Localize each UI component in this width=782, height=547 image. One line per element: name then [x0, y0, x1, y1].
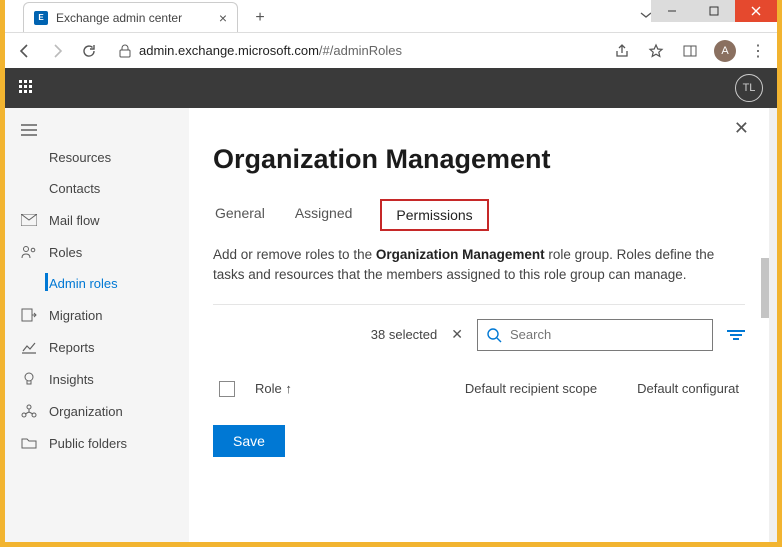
sidebar-item-mail-flow[interactable]: Mail flow	[5, 204, 189, 236]
app-launcher-icon[interactable]	[19, 80, 35, 96]
tab-strip: E Exchange admin center × +	[5, 0, 274, 32]
browser-tab[interactable]: E Exchange admin center ×	[23, 2, 238, 32]
sidebar-item-migration[interactable]: Migration	[5, 299, 189, 331]
tab-title: Exchange admin center	[56, 11, 182, 25]
tab-bar: General Assigned Permissions	[213, 199, 745, 231]
search-box[interactable]	[477, 319, 713, 351]
scrollbar[interactable]	[761, 258, 769, 318]
reload-button[interactable]	[79, 41, 99, 61]
minimize-button[interactable]	[651, 0, 693, 22]
panel-icon[interactable]	[680, 41, 700, 61]
url-host: admin.exchange.microsoft.com	[139, 43, 319, 58]
column-recipient-scope[interactable]: Default recipient scope	[465, 381, 597, 396]
sidebar-item-resources[interactable]: Resources	[5, 142, 189, 173]
migration-icon	[21, 307, 37, 323]
table-header: Role ↑ Default recipient scope Default c…	[213, 381, 745, 397]
description-text: Add or remove roles to the Organization …	[213, 245, 745, 286]
sidebar: Resources Contacts Mail flow Roles Admin…	[5, 108, 189, 542]
main-panel: ✕ Organization Management General Assign…	[189, 108, 777, 542]
sidebar-item-reports[interactable]: Reports	[5, 331, 189, 363]
address-bar: admin.exchange.microsoft.com/#/adminRole…	[5, 32, 777, 68]
tab-general[interactable]: General	[213, 199, 267, 231]
url-path: /#/adminRoles	[319, 43, 402, 58]
search-input[interactable]	[510, 327, 704, 342]
lock-icon	[119, 44, 131, 58]
sidebar-item-admin-roles[interactable]: Admin roles	[5, 268, 189, 299]
window-controls	[651, 0, 777, 22]
maximize-button[interactable]	[693, 0, 735, 22]
user-avatar[interactable]: TL	[735, 74, 763, 102]
hamburger-icon[interactable]	[5, 118, 189, 142]
divider	[213, 304, 745, 305]
favicon: E	[34, 11, 48, 25]
save-button[interactable]: Save	[213, 425, 285, 457]
tab-assigned[interactable]: Assigned	[293, 199, 355, 231]
sidebar-item-organization[interactable]: Organization	[5, 395, 189, 427]
folder-icon	[21, 435, 37, 451]
sidebar-item-insights[interactable]: Insights	[5, 363, 189, 395]
roles-icon	[21, 244, 37, 260]
selection-count: 38 selected	[371, 327, 438, 342]
profile-avatar[interactable]: A	[714, 40, 736, 62]
column-role[interactable]: Role ↑	[255, 381, 435, 396]
new-tab-button[interactable]: +	[246, 4, 274, 32]
app-header: TL	[5, 68, 777, 108]
tab-permissions[interactable]: Permissions	[380, 199, 488, 231]
reports-icon	[21, 339, 37, 355]
clear-selection-icon[interactable]: ✕	[451, 326, 463, 343]
sidebar-item-roles[interactable]: Roles	[5, 236, 189, 268]
search-icon	[486, 327, 502, 343]
toolbar: 38 selected ✕	[213, 319, 745, 351]
filter-icon[interactable]	[727, 329, 745, 341]
share-icon[interactable]	[612, 41, 632, 61]
column-config-scope[interactable]: Default configurat	[637, 381, 739, 396]
bookmark-icon[interactable]	[646, 41, 666, 61]
forward-button[interactable]	[47, 41, 67, 61]
window-titlebar: E Exchange admin center × +	[5, 0, 777, 32]
page-title: Organization Management	[213, 144, 745, 175]
url-field[interactable]: admin.exchange.microsoft.com/#/adminRole…	[111, 43, 600, 58]
close-window-button[interactable]	[735, 0, 777, 22]
mail-icon	[21, 212, 37, 228]
back-button[interactable]	[15, 41, 35, 61]
close-tab-icon[interactable]: ×	[219, 11, 227, 25]
select-all-checkbox[interactable]	[219, 381, 235, 397]
sidebar-item-contacts[interactable]: Contacts	[5, 173, 189, 204]
insights-icon	[21, 371, 37, 387]
close-panel-button[interactable]: ✕	[734, 118, 749, 139]
sidebar-item-public-folders[interactable]: Public folders	[5, 427, 189, 459]
menu-icon[interactable]: ⋮	[750, 41, 767, 61]
organization-icon	[21, 403, 37, 419]
